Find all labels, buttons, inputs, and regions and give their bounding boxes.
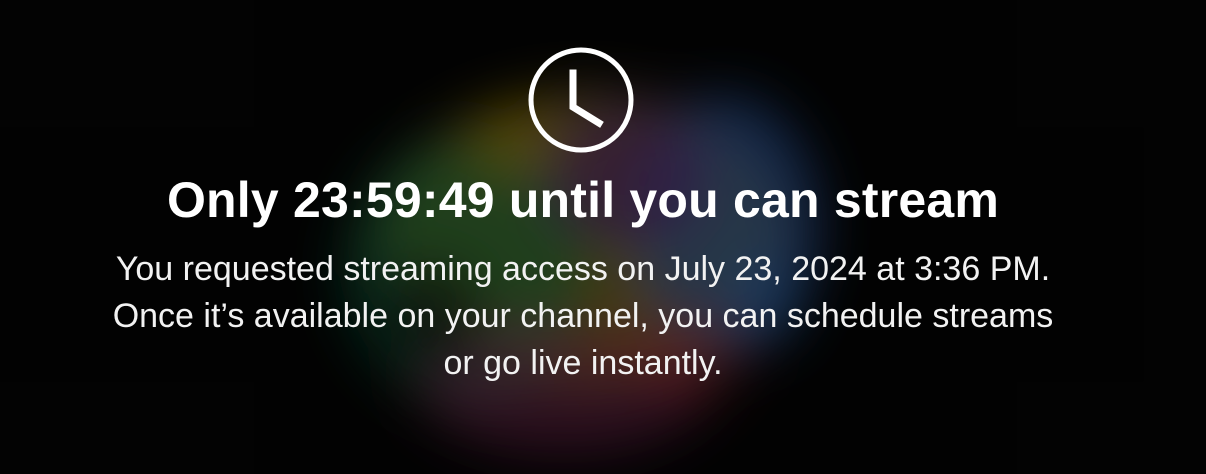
streaming-wait-message: Only 23:59:49 until you can stream You r… [0,0,1206,474]
countdown-title: Only 23:59:49 until you can stream [166,172,1000,228]
streaming-access-screen: Only 23:59:49 until you can stream You r… [0,0,1206,474]
streaming-access-description: You requested streaming access on July 2… [112,250,1054,382]
clock-icon [528,47,634,153]
